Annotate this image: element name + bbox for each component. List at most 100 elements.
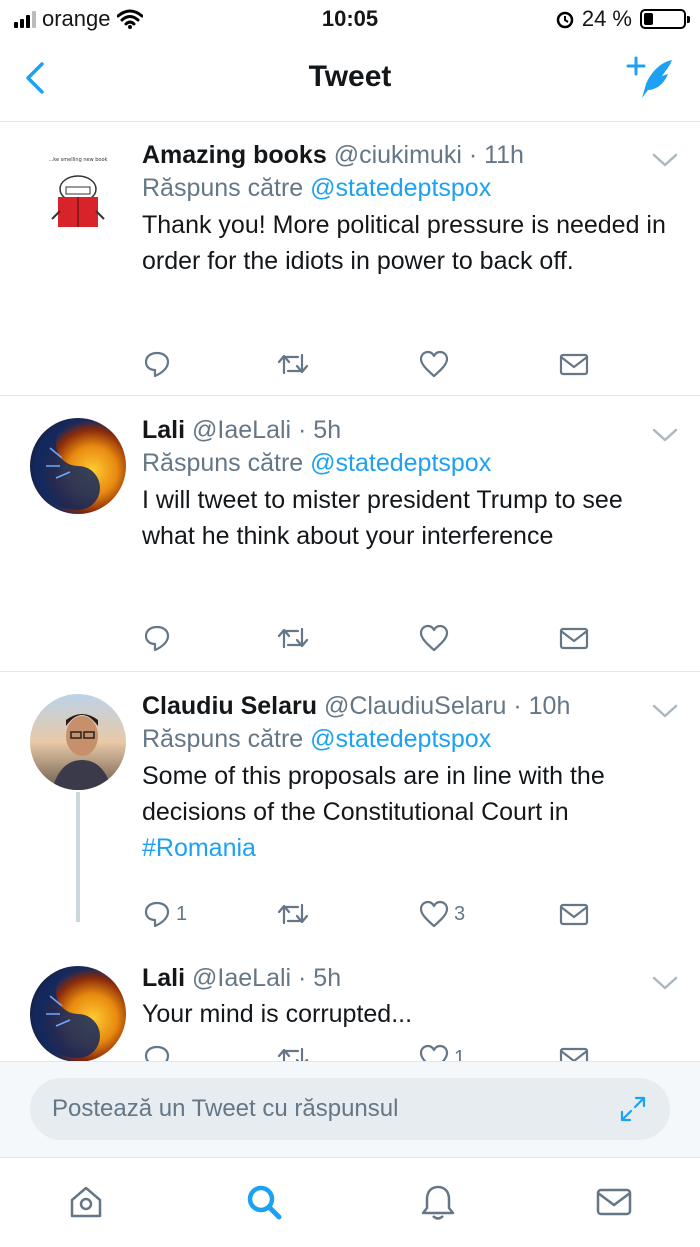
avatar[interactable] (30, 418, 126, 514)
messages-icon[interactable] (594, 1182, 634, 1222)
reply-mention[interactable]: @statedeptspox (310, 725, 491, 753)
tweet-content: Lali @IaeLali · 5h Your mind is corrupte… (142, 962, 680, 1032)
envelope-icon (559, 903, 589, 926)
tweet-text: Your mind is corrupted... (142, 1000, 413, 1028)
person-avatar-icon (52, 714, 112, 790)
alarm-icon (556, 11, 574, 29)
reply-button[interactable] (142, 348, 172, 380)
reply-composer-bar: Postează un Tweet cu răspunsul (0, 1061, 700, 1157)
reply-context: Răspuns către @statedeptspox (142, 722, 680, 756)
like-count: 1 (454, 1046, 466, 1062)
dm-share-button[interactable] (558, 1042, 590, 1061)
like-button[interactable]: 1 (418, 1042, 465, 1061)
display-name[interactable]: Lali (142, 964, 185, 992)
yin-yang-avatar-icon (34, 970, 100, 1058)
tweet-item[interactable]: Lali @IaeLali · 5h Răspuns către @stated… (0, 396, 700, 672)
tweet-header: Lali @IaeLali · 5h (142, 414, 680, 446)
display-name[interactable]: Lali (142, 416, 185, 444)
like-button[interactable] (418, 622, 450, 654)
retweet-button[interactable] (276, 622, 310, 654)
tweet-header: Claudiu Selaru @ClaudiuSelaru · 10h (142, 690, 680, 722)
tweet-item[interactable]: ...ke smelling new book Amazing books @c… (0, 123, 700, 396)
chevron-down-icon[interactable] (652, 426, 678, 444)
dm-share-button[interactable] (558, 622, 590, 654)
hashtag-link[interactable]: #Romania (142, 834, 256, 862)
tweet-actions (142, 348, 592, 380)
page-title: Tweet (308, 60, 392, 93)
reply-prefix: Răspuns către (142, 449, 304, 477)
tweet-actions: 1 3 (142, 898, 592, 930)
retweet-button[interactable] (276, 898, 310, 930)
chevron-down-icon[interactable] (652, 151, 678, 169)
yin-yang-avatar-icon (34, 422, 100, 510)
retweet-icon (277, 627, 309, 649)
status-bar: orange 10:05 24 % (0, 0, 700, 40)
search-icon[interactable] (244, 1182, 284, 1222)
tweet-actions (142, 622, 592, 654)
dm-share-button[interactable] (558, 898, 590, 930)
avatar[interactable] (30, 966, 126, 1061)
tweet-text: Some of this proposals are in line with … (142, 758, 680, 866)
chevron-down-icon[interactable] (652, 974, 678, 992)
reply-prefix: Răspuns către (142, 174, 304, 202)
retweet-button[interactable] (276, 348, 310, 380)
reply-mention[interactable]: @statedeptspox (310, 174, 491, 202)
handle-time[interactable]: @IaeLali · 5h (192, 964, 341, 992)
reply-placeholder: Postează un Tweet cu răspunsul (52, 1095, 399, 1122)
reply-context: Răspuns către @statedeptspox (142, 446, 680, 480)
tweet-text-body: Some of this proposals are in line with … (142, 762, 605, 826)
heart-icon (419, 1044, 449, 1061)
handle-time[interactable]: @ClaudiuSelaru · 10h (324, 692, 570, 720)
tweet-thread[interactable]: Claudiu Selaru @ClaudiuSelaru · 10h Răsp… (0, 672, 700, 1061)
tab-bar (0, 1157, 700, 1247)
avatar[interactable]: ...ke smelling new book (30, 149, 126, 245)
tweet-actions: 1 (142, 1042, 592, 1061)
tweet-text: I will tweet to mister president Trump t… (142, 486, 623, 550)
heart-icon (419, 900, 449, 928)
like-button[interactable] (418, 348, 450, 380)
reply-icon (144, 351, 170, 378)
reply-icon (144, 901, 170, 928)
handle-time[interactable]: @IaeLali · 5h (192, 416, 341, 444)
thread-connector (76, 792, 80, 922)
envelope-icon (559, 1047, 589, 1061)
heart-icon (419, 624, 449, 652)
reply-mention[interactable]: @statedeptspox (310, 449, 491, 477)
reply-button[interactable] (142, 1042, 172, 1061)
notifications-icon[interactable] (418, 1182, 458, 1222)
book-avatar-icon: ...ke smelling new book (49, 157, 108, 227)
battery-level (644, 13, 653, 25)
like-count: 3 (454, 902, 466, 925)
dm-share-button[interactable] (558, 348, 590, 380)
reply-prefix: Răspuns către (142, 725, 304, 753)
reply-button[interactable]: 1 (142, 898, 187, 930)
tweet-header: Lali @IaeLali · 5h (142, 962, 680, 994)
display-name[interactable]: Amazing books (142, 141, 327, 169)
avatar-caption: ...ke smelling new book (49, 157, 108, 163)
reply-button[interactable] (142, 622, 172, 654)
home-icon[interactable] (66, 1182, 106, 1222)
like-button[interactable]: 3 (418, 898, 465, 930)
battery-percent: 24 % (581, 6, 632, 31)
handle-time[interactable]: @ciukimuki · 11h (334, 141, 524, 169)
battery-icon (640, 9, 690, 29)
retweet-button[interactable] (276, 1042, 310, 1061)
tweet-header: Amazing books @ciukimuki · 11h (142, 139, 680, 171)
reply-icon (144, 1045, 170, 1061)
envelope-icon (559, 627, 589, 650)
reply-input[interactable]: Postează un Tweet cu răspunsul (30, 1078, 670, 1140)
tweet-list[interactable]: ...ke smelling new book Amazing books @c… (0, 123, 700, 1061)
expand-icon[interactable] (618, 1094, 648, 1124)
tweet-content: Claudiu Selaru @ClaudiuSelaru · 10h Răsp… (142, 690, 680, 866)
retweet-icon (277, 903, 309, 925)
avatar[interactable] (30, 694, 126, 790)
envelope-icon (559, 353, 589, 376)
battery-info: 24 % (556, 6, 690, 32)
display-name[interactable]: Claudiu Selaru (142, 692, 317, 720)
reply-count: 1 (176, 902, 188, 925)
compose-tweet-icon[interactable] (626, 54, 678, 102)
chevron-down-icon[interactable] (652, 702, 678, 720)
nav-bar: Tweet (0, 40, 700, 122)
heart-icon (419, 350, 449, 378)
tweet-content: Lali @IaeLali · 5h Răspuns către @stated… (142, 414, 680, 554)
